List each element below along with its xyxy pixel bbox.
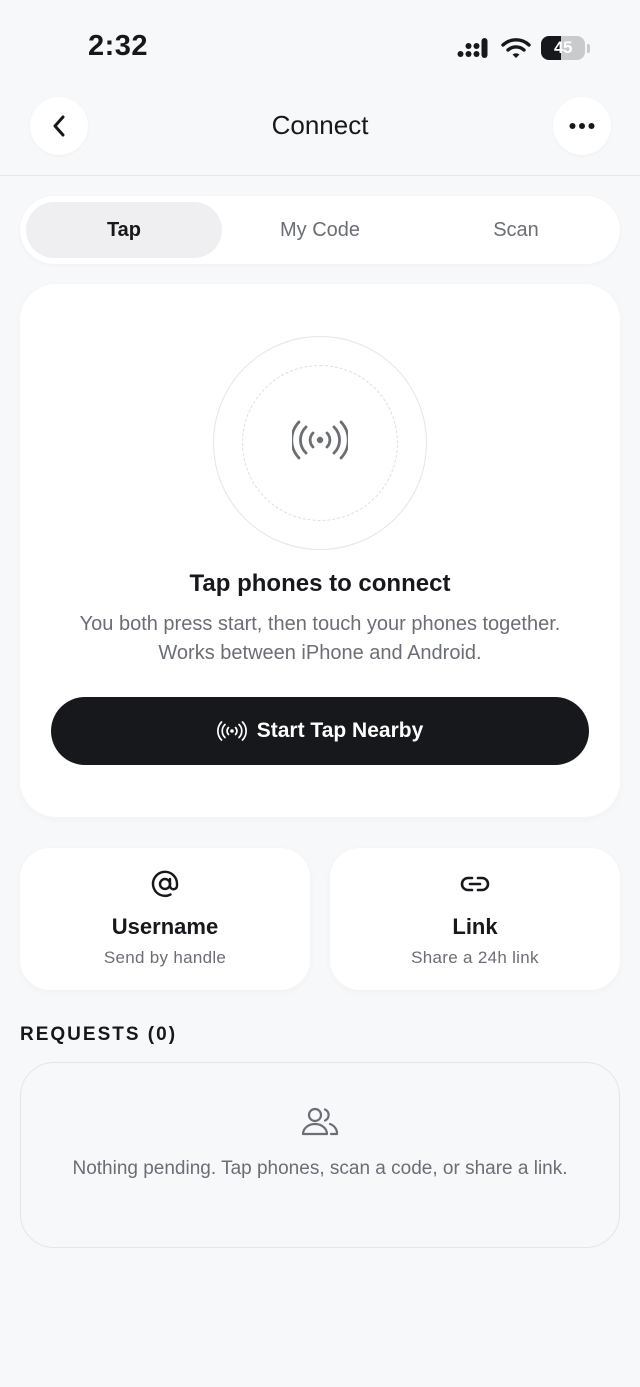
tab-scan[interactable]: Scan (418, 202, 614, 258)
start-tap-nearby-label: Start Tap Nearby (256, 719, 424, 742)
link-option-card[interactable]: Link Share a 24h link (330, 848, 620, 990)
username-option-subtitle: Send by handle (103, 948, 227, 967)
status-bar: 2:32 45 (0, 0, 640, 90)
more-options-button[interactable] (553, 97, 611, 155)
link-icon-wrap (330, 870, 620, 900)
link-icon (460, 876, 490, 892)
link-option-title: Link (452, 914, 498, 939)
more-horizontal-icon (569, 123, 595, 129)
nfc-broadcast-icon (292, 420, 348, 460)
nfc-broadcast-icon (216, 721, 247, 741)
link-option-subtitle: Share a 24h link (411, 948, 539, 967)
page-title: Connect (271, 110, 369, 140)
battery-percent: 45 (554, 38, 572, 57)
cellular-signal-icon (457, 38, 488, 58)
status-time: 2:32 (88, 30, 149, 62)
tab-tap[interactable]: Tap (26, 202, 222, 258)
tap-description: You both press start, then touch your ph… (79, 613, 561, 664)
status-icons: 45 (457, 34, 590, 62)
wifi-icon (501, 38, 531, 58)
tap-title: Tap phones to connect (189, 570, 451, 597)
battery-tip (587, 43, 590, 53)
requests-heading: REQUESTS (0) (20, 1024, 178, 1045)
username-option-card[interactable]: Username Send by handle (20, 848, 310, 990)
tap-card: Tap phones to connect You both press sta… (20, 284, 620, 817)
users-icon (301, 1107, 339, 1136)
users-icon-wrap (21, 1105, 619, 1139)
at-icon-wrap (20, 870, 310, 900)
nav-header: Connect (0, 90, 640, 176)
battery-indicator: 45 (541, 36, 585, 60)
requests-empty-text: Nothing pending. Tap phones, scan a code… (72, 1158, 568, 1179)
requests-empty-card: Nothing pending. Tap phones, scan a code… (20, 1062, 620, 1248)
connect-mode-tabs: Tap My Code Scan (20, 196, 620, 264)
username-option-title: Username (111, 914, 219, 939)
connect-screen: 2:32 45 Connect Tap My Code Scan Tap pho… (0, 0, 640, 1387)
at-icon (151, 870, 179, 898)
tab-my-code[interactable]: My Code (222, 202, 418, 258)
start-tap-nearby-button[interactable]: Start Tap Nearby (51, 697, 589, 765)
